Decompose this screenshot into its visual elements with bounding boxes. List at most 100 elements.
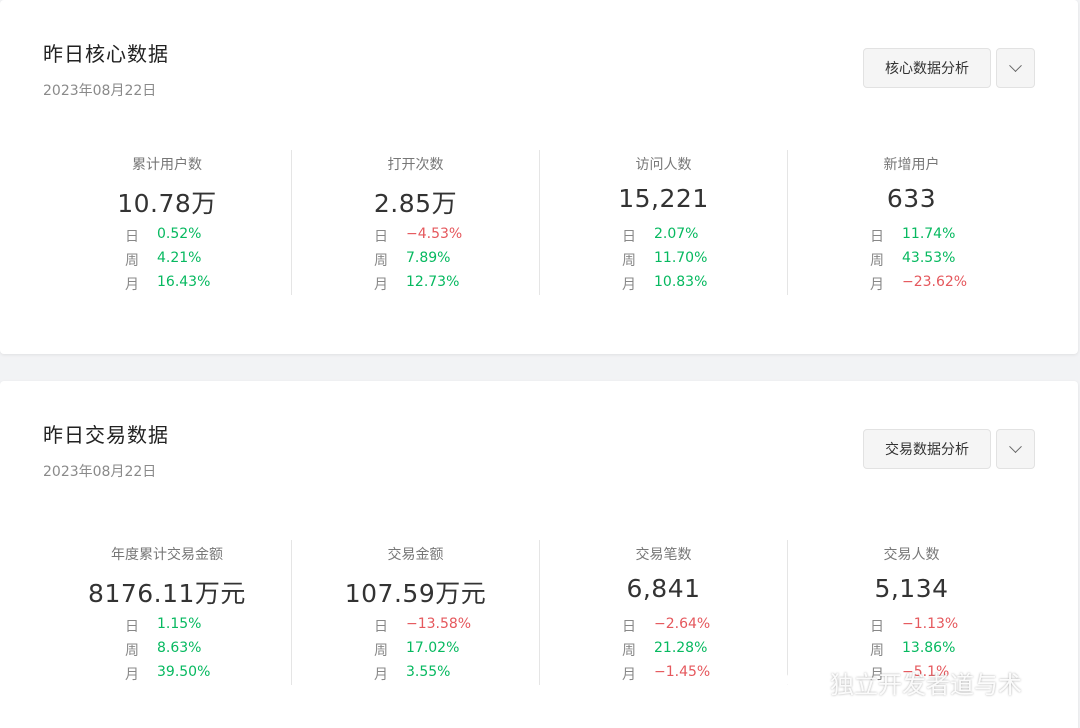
metric-value: 10.78万	[117, 189, 217, 218]
chevron-down-icon	[1009, 439, 1022, 453]
metric-value: 107.59万元	[344, 579, 487, 608]
change-value: −4.53%	[406, 226, 463, 242]
change-period: 月	[374, 667, 388, 683]
change-row: 月 16.43%	[43, 272, 291, 296]
metric-column: 年度累计交易金额 8176.11万元日 1.15% 周 8.63% 月 39.50%	[43, 540, 291, 685]
change-value: 2.07%	[654, 226, 699, 242]
change-row: 日 2.07%	[540, 224, 787, 248]
change-period: 月	[125, 277, 139, 293]
change-row: 周 11.70%	[540, 248, 787, 272]
change-list: 日 −13.58% 周 17.02% 月 3.55%	[292, 614, 539, 686]
metric-label: 交易人数	[883, 547, 940, 563]
metric-label: 年度累计交易金额	[111, 547, 223, 563]
change-value: 10.83%	[654, 274, 708, 290]
metric-column: 累计用户数 10.78万日 0.52% 周 4.21% 月 16.43%	[43, 150, 291, 295]
change-value: −1.45%	[654, 664, 711, 680]
core-analysis-button[interactable]: 核心数据分析	[863, 48, 991, 88]
change-row: 周 17.02%	[292, 638, 539, 662]
trade-analysis-button[interactable]: 交易数据分析	[863, 429, 991, 469]
change-period: 日	[125, 229, 139, 245]
change-value: 43.53%	[902, 250, 956, 266]
change-period: 周	[870, 643, 884, 659]
metric-label: 新增用户	[883, 157, 940, 173]
metric-value: 6,841	[626, 574, 701, 603]
change-value: 0.52%	[157, 226, 202, 242]
change-value: 1.15%	[157, 616, 202, 632]
change-value: −23.62%	[902, 274, 968, 290]
change-row: 日 1.15%	[43, 614, 291, 638]
change-value: 4.21%	[157, 250, 202, 266]
change-period: 日	[622, 619, 636, 635]
change-period: 日	[870, 619, 884, 635]
change-row: 日 −2.64%	[540, 614, 787, 638]
change-value: 17.02%	[406, 640, 460, 656]
core-card-date: 2023年08月22日	[43, 83, 157, 99]
metric-value: 5,134	[874, 574, 949, 603]
metric-value: 15,221	[618, 184, 709, 213]
change-period: 月	[870, 667, 884, 683]
change-row: 月 3.55%	[292, 662, 539, 686]
change-row: 日 11.74%	[788, 224, 1035, 248]
trade-card-title: 昨日交易数据	[43, 423, 169, 447]
change-row: 周 21.28%	[540, 638, 787, 662]
chevron-down-icon	[1009, 58, 1022, 72]
metric-value: 8176.11万元	[88, 579, 246, 608]
metric-column: 交易金额 107.59万元日 −13.58% 周 17.02% 月 3.55%	[291, 540, 539, 685]
metric-value: 2.85万	[373, 189, 458, 218]
change-list: 日 2.07% 周 11.70% 月 10.83%	[540, 224, 787, 296]
trade-card-date: 2023年08月22日	[43, 464, 157, 480]
change-period: 周	[622, 643, 636, 659]
change-row: 日 −1.13%	[788, 614, 1035, 638]
change-value: 12.73%	[406, 274, 460, 290]
change-row: 周 4.21%	[43, 248, 291, 272]
trade-dropdown-button[interactable]	[996, 429, 1035, 469]
metric-column: 交易人数 5,134 日 −1.13% 周 13.86% 月 −5.1%	[787, 540, 1035, 685]
change-period: 月	[870, 277, 884, 293]
metric-column: 交易笔数 6,841 日 −2.64% 周 21.28% 月 −1.45%	[539, 540, 787, 685]
change-period: 周	[125, 253, 139, 269]
change-period: 周	[374, 643, 388, 659]
change-value: 7.89%	[406, 250, 451, 266]
metric-label: 交易金额	[387, 547, 444, 563]
change-row: 周 13.86%	[788, 638, 1035, 662]
metric-column: 打开次数 2.85万日 −4.53% 周 7.89% 月 12.73%	[291, 150, 539, 295]
change-value: 3.55%	[406, 664, 451, 680]
metric-label: 交易笔数	[635, 547, 692, 563]
change-list: 日 11.74% 周 43.53% 月 −23.62%	[788, 224, 1035, 296]
core-metrics: 累计用户数 10.78万日 0.52% 周 4.21% 月 16.43% 打开次数 2.85万日…	[43, 150, 1035, 295]
change-value: −1.13%	[902, 616, 959, 632]
metric-label: 累计用户数	[132, 157, 202, 173]
metric-column: 访问人数 15,221 日 2.07% 周 11.70% 月 10.83%	[539, 150, 787, 295]
change-row: 月 −1.45%	[540, 662, 787, 686]
change-row: 日 −13.58%	[292, 614, 539, 638]
change-value: 13.86%	[902, 640, 956, 656]
change-list: 日 −1.13% 周 13.86% 月 −5.1%	[788, 614, 1035, 686]
change-row: 周 8.63%	[43, 638, 291, 662]
change-row: 日 0.52%	[43, 224, 291, 248]
core-card-title: 昨日核心数据	[43, 42, 169, 66]
metric-column: 新增用户 633 日 11.74% 周 43.53% 月 −23.62%	[787, 150, 1035, 295]
change-value: −13.58%	[406, 616, 472, 632]
metric-label: 打开次数	[387, 157, 444, 173]
change-value: 11.74%	[902, 226, 956, 242]
change-list: 日 1.15% 周 8.63% 月 39.50%	[43, 614, 291, 686]
change-period: 日	[374, 619, 388, 635]
change-value: −5.1%	[902, 664, 950, 680]
change-period: 周	[870, 253, 884, 269]
change-row: 周 43.53%	[788, 248, 1035, 272]
change-list: 日 0.52% 周 4.21% 月 16.43%	[43, 224, 291, 296]
core-dropdown-button[interactable]	[996, 48, 1035, 88]
change-value: −2.64%	[654, 616, 711, 632]
change-period: 周	[125, 643, 139, 659]
change-period: 月	[622, 667, 636, 683]
change-value: 16.43%	[157, 274, 211, 290]
change-list: 日 −4.53% 周 7.89% 月 12.73%	[292, 224, 539, 296]
change-row: 周 7.89%	[292, 248, 539, 272]
metric-value: 633	[886, 184, 937, 213]
change-period: 日	[374, 229, 388, 245]
change-row: 月 −5.1%	[788, 662, 1035, 686]
change-period: 月	[622, 277, 636, 293]
change-value: 21.28%	[654, 640, 708, 656]
change-row: 月 −23.62%	[788, 272, 1035, 296]
change-period: 月	[374, 277, 388, 293]
